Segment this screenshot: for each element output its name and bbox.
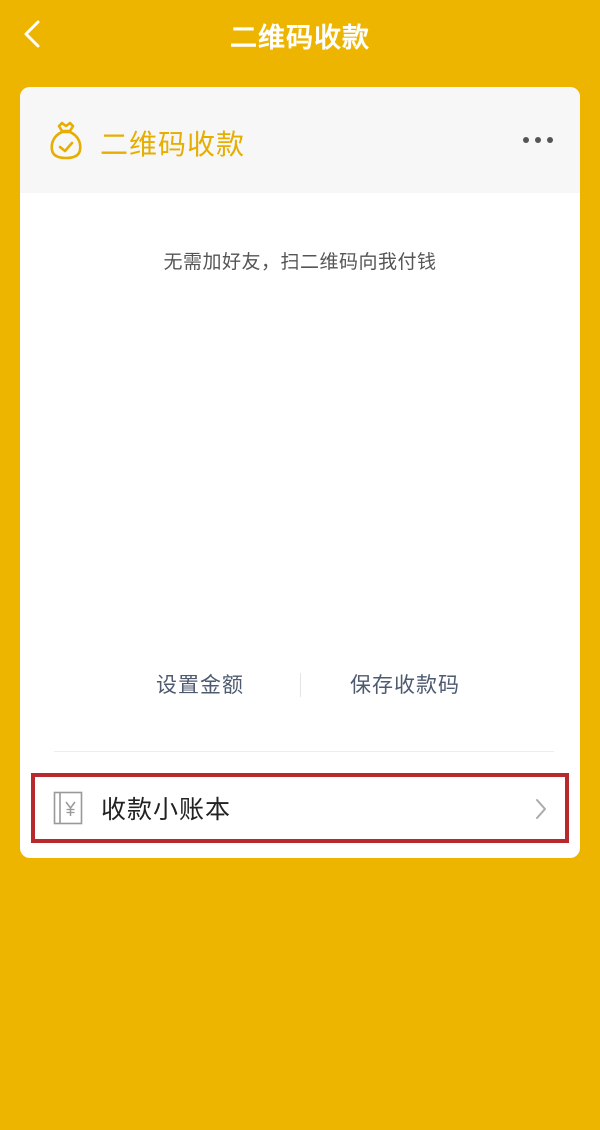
card-actions: 设置金额 保存收款码 [20,665,580,705]
set-amount-button[interactable]: 设置金额 [156,665,244,705]
ledger-label: 收款小账本 [101,795,232,824]
card-header: 二维码收款 [20,87,580,193]
ledger-yen-icon [53,791,83,825]
card-title: 二维码收款 [100,128,246,161]
divider [54,751,554,752]
qr-code-area [150,307,450,647]
top-bar: 二维码收款 [0,0,600,72]
moneybag-icon [50,121,82,160]
page-title: 二维码收款 [230,23,370,54]
chevron-right-icon [536,799,546,819]
ledger-row[interactable]: 收款小账本 [31,773,569,843]
action-divider [300,673,301,697]
scan-hint: 无需加好友，扫二维码向我付钱 [163,251,437,273]
more-horizontal-icon [523,137,553,143]
save-code-button[interactable]: 保存收款码 [350,665,460,705]
qr-payment-card: 二维码收款 无需加好友，扫二维码向我付钱 设置金额 保存收款码 收款小账本 [20,87,580,858]
more-button[interactable] [518,125,558,155]
